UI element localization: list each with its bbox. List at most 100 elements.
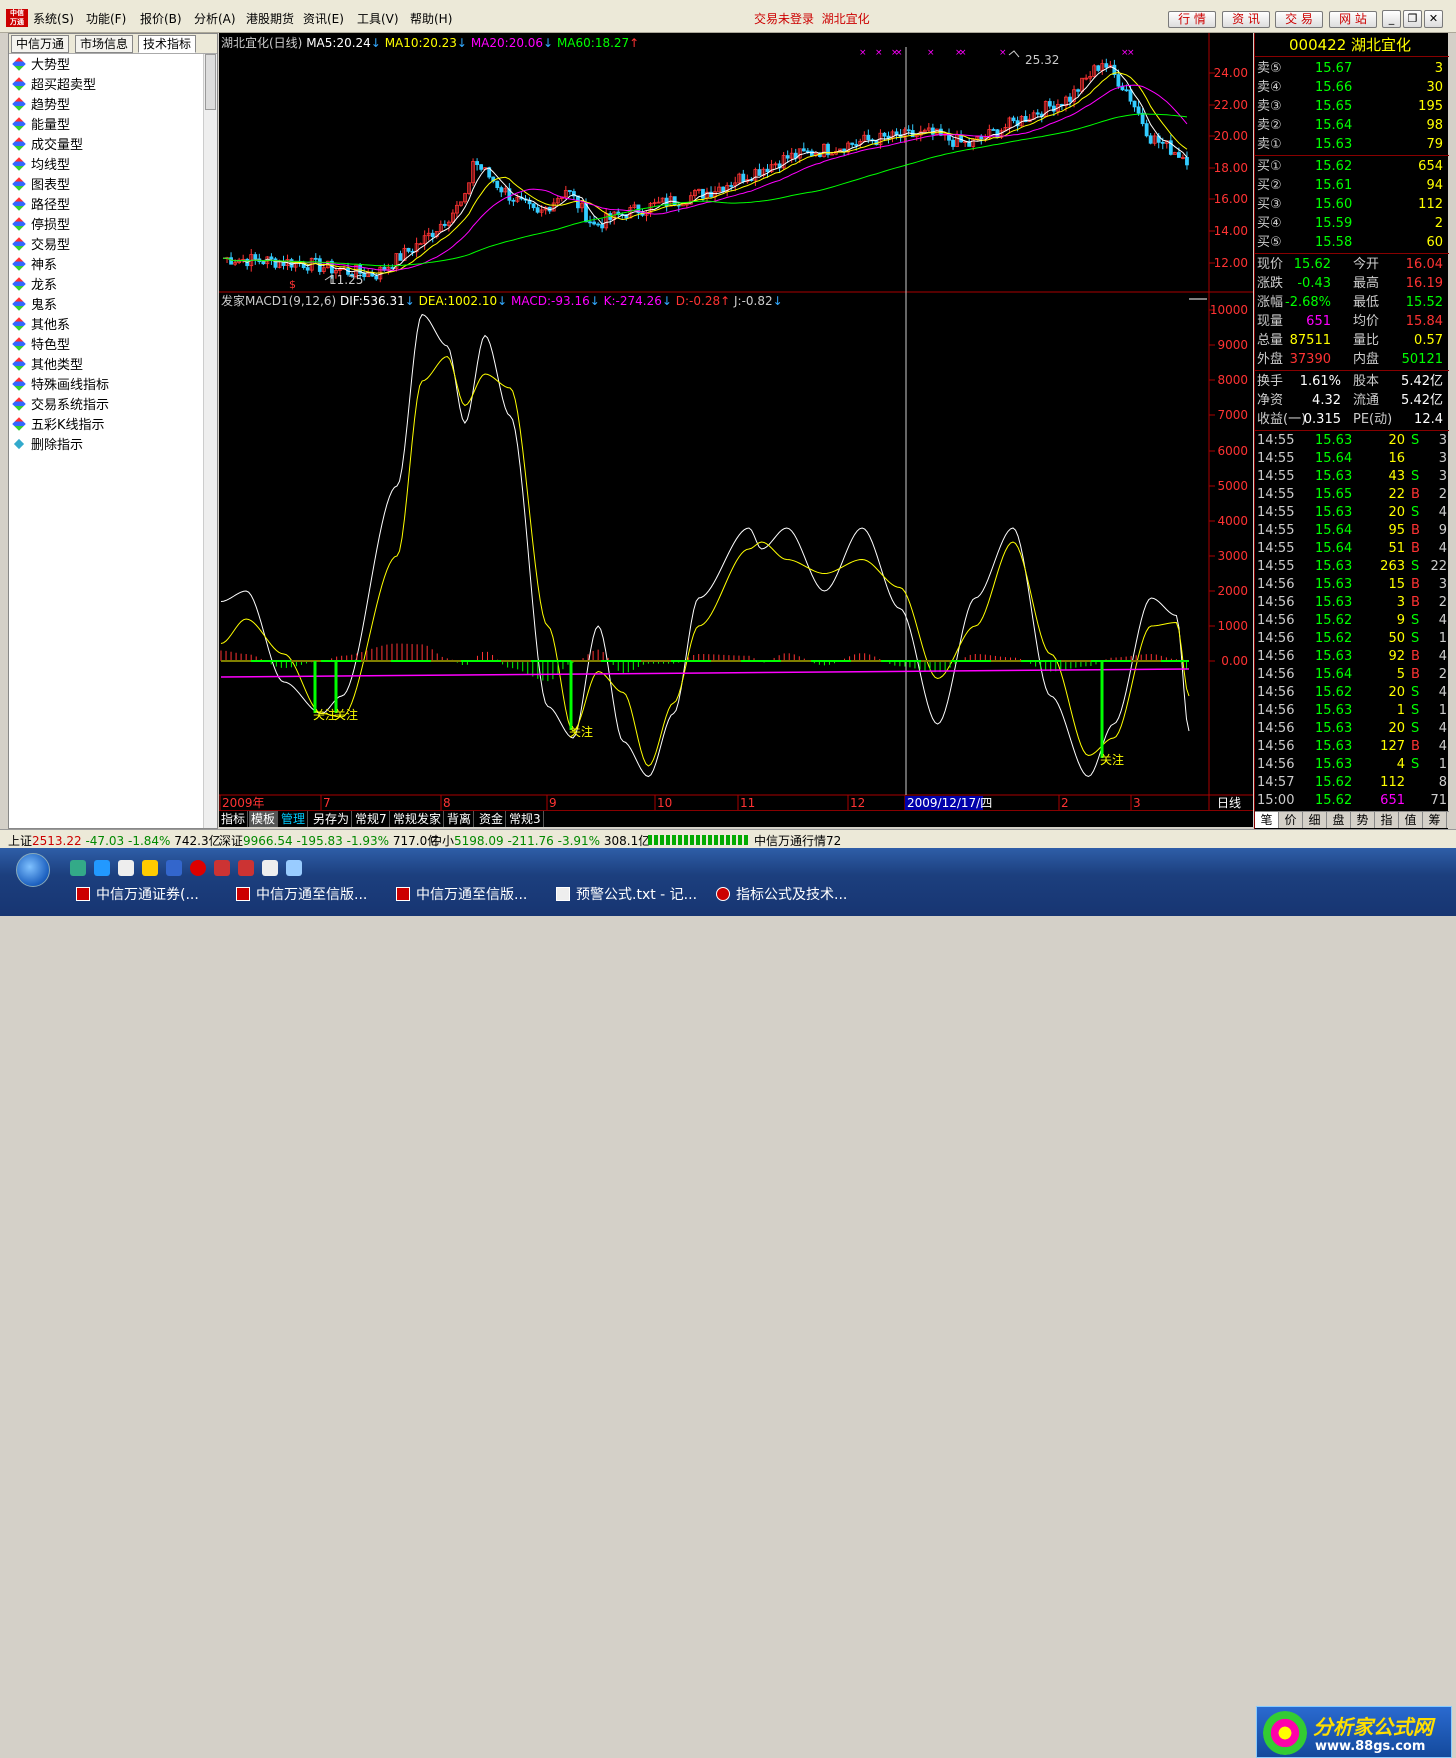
task-citic-securities[interactable]: 中信万通证券(... <box>76 884 199 906</box>
indicator-item[interactable]: 特殊画线指标 <box>9 376 203 396</box>
switch-icon[interactable] <box>166 860 182 876</box>
menu-info[interactable]: 资讯(E) <box>303 10 344 27</box>
indicator-item[interactable]: 大势型 <box>9 56 203 76</box>
candle-body <box>979 136 984 140</box>
quote-tab[interactable]: 价 <box>1279 812 1303 828</box>
close-icon[interactable]: ✕ <box>1424 10 1443 28</box>
show-desktop-icon[interactable] <box>70 860 86 876</box>
buy-row[interactable]: 买⑤ 15.58 60 <box>1255 233 1449 252</box>
chart-tab[interactable]: 模板 <box>249 811 279 827</box>
citic-icon[interactable] <box>214 860 230 876</box>
tab-citic[interactable]: 中信万通 <box>11 35 70 53</box>
qq-icon[interactable] <box>142 860 158 876</box>
menu-analysis[interactable]: 分析(A) <box>194 10 236 27</box>
tick-side: B <box>1411 649 1420 664</box>
chart-tab[interactable]: 常规7 <box>353 811 390 827</box>
website-button[interactable]: 网 站 <box>1329 11 1377 28</box>
sell-row[interactable]: 卖③ 15.65 195 <box>1255 97 1449 116</box>
stat-value: 15.62 <box>1293 257 1331 272</box>
indicator-item[interactable]: 趋势型 <box>9 96 203 116</box>
quote-tab[interactable]: 势 <box>1351 812 1375 828</box>
buy-row[interactable]: 买③ 15.60 112 <box>1255 195 1449 214</box>
menu-hk-futures[interactable]: 港股期货 <box>246 10 294 27</box>
task-citic-1[interactable]: 中信万通至信版... <box>236 884 367 906</box>
quote-tab[interactable]: 细 <box>1303 812 1327 828</box>
sell-label: 卖① <box>1257 137 1282 152</box>
candle-body <box>1128 89 1133 102</box>
indicator-item[interactable]: 超买超卖型 <box>9 76 203 96</box>
quote-tab[interactable]: 指 <box>1375 812 1399 828</box>
buy-row[interactable]: 买② 15.61 94 <box>1255 176 1449 195</box>
restore-icon[interactable]: ❐ <box>1403 10 1422 28</box>
task-browser[interactable]: 指标公式及技术... <box>716 884 847 906</box>
indicator-item[interactable]: 交易型 <box>9 236 203 256</box>
indicator-item[interactable]: 能量型 <box>9 116 203 136</box>
phone-icon[interactable] <box>118 860 134 876</box>
chart-area[interactable]: 24.00 22.00 20.00 18.00 16.00 14.00 12.00 10000… <box>219 33 1253 810</box>
indicator-item[interactable]: 其他系 <box>9 316 203 336</box>
task-notepad[interactable]: 预警公式.txt - 记... <box>556 884 697 906</box>
stat-value: 50121 <box>1401 352 1443 367</box>
tab-market-info[interactable]: 市场信息 <box>75 35 134 53</box>
notepad-icon[interactable] <box>262 860 278 876</box>
indicator-item[interactable]: 图表型 <box>9 176 203 196</box>
indicator-item[interactable]: 交易系统指示 <box>9 396 203 416</box>
sell-row[interactable]: 卖⑤ 15.67 3 <box>1255 59 1449 78</box>
market-button[interactable]: 行 情 <box>1168 11 1216 28</box>
menu-system[interactable]: 系统(S) <box>33 10 74 27</box>
menu-quote[interactable]: 报价(B) <box>140 10 182 27</box>
indicator-item[interactable]: 均线型 <box>9 156 203 176</box>
tick-count: 3 <box>1438 469 1447 484</box>
task-citic-2[interactable]: 中信万通至信版... <box>396 884 527 906</box>
image-icon[interactable] <box>286 860 302 876</box>
divider <box>1255 430 1449 431</box>
news-button[interactable]: 资 讯 <box>1222 11 1270 28</box>
sz-index[interactable]: 深证9966.54 -195.83 -1.93% 717.0亿 <box>219 832 439 849</box>
minimize-icon[interactable]: _ <box>1382 10 1401 28</box>
dea-line <box>220 355 1190 767</box>
sme-index[interactable]: 中小5198.09 -211.76 -3.91% 308.1亿 <box>430 832 650 849</box>
tick-side: B <box>1411 577 1420 592</box>
chart-tab[interactable]: 常规3 <box>507 811 544 827</box>
candle-body <box>882 132 887 137</box>
indicator-item[interactable]: 龙系 <box>9 276 203 296</box>
menu-help[interactable]: 帮助(H) <box>410 10 452 27</box>
indicator-item[interactable]: 神系 <box>9 256 203 276</box>
macd-tick-label: 4000 <box>1217 514 1248 528</box>
quote-tab[interactable]: 笔 <box>1255 812 1279 828</box>
menu-function[interactable]: 功能(F) <box>86 10 126 27</box>
sell-row[interactable]: 卖④ 15.66 30 <box>1255 78 1449 97</box>
chart-tab[interactable]: 管理 <box>279 811 309 827</box>
quote-tab[interactable]: 值 <box>1399 812 1423 828</box>
buy-row[interactable]: 买④ 15.59 2 <box>1255 214 1449 233</box>
indicator-item[interactable]: 删除指示 <box>9 436 203 456</box>
indicator-item[interactable]: 其他类型 <box>9 356 203 376</box>
indicator-item[interactable]: 成交量型 <box>9 136 203 156</box>
chart-tab[interactable]: 另存为 <box>311 811 353 827</box>
ma60-line <box>222 113 1188 267</box>
trade-button[interactable]: 交 易 <box>1275 11 1323 28</box>
sh-index[interactable]: 上证2513.22 -47.03 -1.84% 742.3亿 <box>8 832 221 849</box>
left-scrollbar[interactable] <box>203 54 217 828</box>
buy-row[interactable]: 买① 15.62 654 <box>1255 157 1449 176</box>
chart-tab[interactable]: 资金 <box>477 811 507 827</box>
indicator-item[interactable]: 鬼系 <box>9 296 203 316</box>
opera-icon[interactable] <box>190 860 206 876</box>
scroll-thumb[interactable] <box>205 54 216 110</box>
tab-tech-indicators[interactable]: 技术指标 <box>138 35 197 53</box>
sell-row[interactable]: 卖① 15.63 79 <box>1255 135 1449 154</box>
chart-tab[interactable]: 指标 <box>219 811 249 827</box>
chart-tab[interactable]: 背离 <box>445 811 475 827</box>
quote-tab[interactable]: 筹 <box>1423 812 1447 828</box>
indicator-item[interactable]: 特色型 <box>9 336 203 356</box>
indicator-item[interactable]: 停损型 <box>9 216 203 236</box>
ie-icon[interactable] <box>94 860 110 876</box>
sell-row[interactable]: 卖② 15.64 98 <box>1255 116 1449 135</box>
quote-tab[interactable]: 盘 <box>1327 812 1351 828</box>
indicator-item[interactable]: 五彩K线指示 <box>9 416 203 436</box>
chart-tab[interactable]: 常规发家 <box>391 811 445 827</box>
start-button-icon[interactable] <box>16 853 50 887</box>
indicator-item[interactable]: 路径型 <box>9 196 203 216</box>
menu-tools[interactable]: 工具(V) <box>357 10 399 27</box>
citic2-icon[interactable] <box>238 860 254 876</box>
